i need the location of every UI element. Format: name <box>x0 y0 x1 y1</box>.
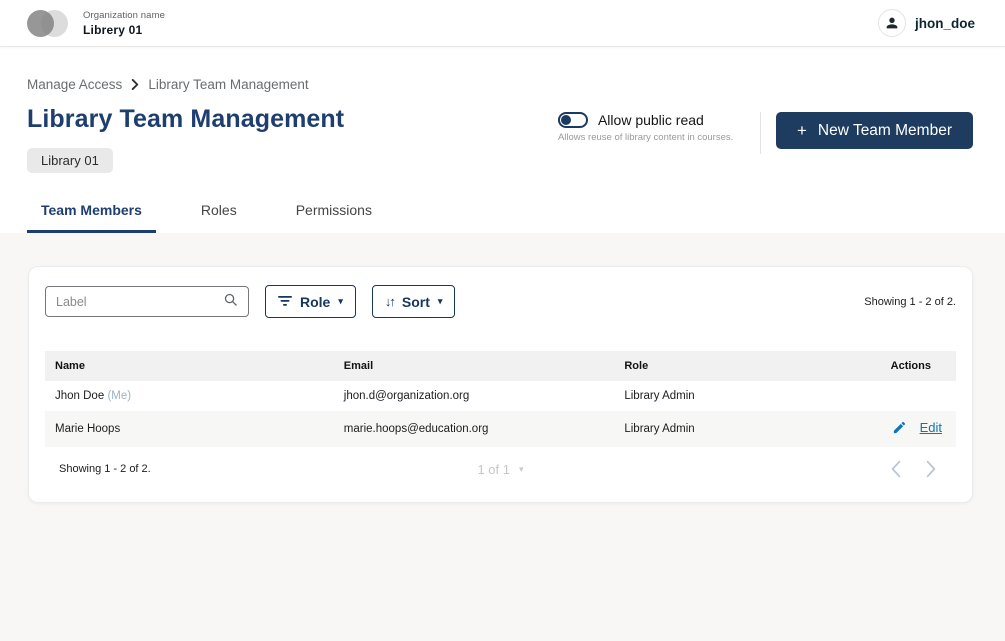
member-name-cell: Marie Hoops <box>45 411 334 447</box>
role-filter-label: Role <box>300 294 330 310</box>
member-name: Jhon Doe <box>55 390 104 402</box>
table-footer: Showing 1 - 2 of 2. 1 of 1 ▾ <box>45 460 956 478</box>
vertical-divider <box>760 112 761 154</box>
plus-icon: + <box>797 122 807 139</box>
column-header-name: Name <box>45 351 334 381</box>
role-filter-button[interactable]: Role ▾ <box>265 285 356 318</box>
head-actions: Allow public read Allows reuse of librar… <box>558 105 973 154</box>
title-block: Library Team Management Library 01 <box>27 105 344 173</box>
table-row: Jhon Doe (Me) jhon.d@organization.org Li… <box>45 381 956 411</box>
chevron-right-icon <box>131 79 139 90</box>
allow-public-read-toggle[interactable]: Allow public read <box>558 112 754 128</box>
title-row: Library Team Management Library 01 Allow… <box>27 105 973 173</box>
org-block: Organization name Librery 01 <box>83 10 165 37</box>
search-icon[interactable] <box>223 292 238 312</box>
filter-icon <box>278 294 292 310</box>
caret-down-icon: ▾ <box>338 297 343 306</box>
breadcrumb-current: Library Team Management <box>148 77 308 92</box>
library-chip: Library 01 <box>27 148 113 173</box>
team-members-table: Name Email Role Actions Jhon Doe (Me) jh… <box>45 351 956 447</box>
edit-pencil-icon[interactable] <box>892 420 907 435</box>
next-page-icon[interactable] <box>924 460 938 478</box>
member-name: Marie Hoops <box>55 423 120 435</box>
tab-bar: Team Members Roles Permissions <box>27 202 973 233</box>
team-members-card: Role ▾ ↓↑ Sort ▾ Showing 1 - 2 of 2. Nam… <box>28 266 973 503</box>
page-head: Manage Access Library Team Management Li… <box>0 77 1005 233</box>
member-email-cell: jhon.d@organization.org <box>334 381 615 411</box>
caret-down-icon: ▾ <box>519 464 524 475</box>
me-tag: (Me) <box>107 390 131 402</box>
search-box[interactable] <box>45 286 249 317</box>
sort-label: Sort <box>402 294 430 310</box>
showing-count-bottom: Showing 1 - 2 of 2. <box>59 463 477 475</box>
member-role-cell: Library Admin <box>614 411 810 447</box>
column-header-role: Role <box>614 351 810 381</box>
controls-row: Role ▾ ↓↑ Sort ▾ Showing 1 - 2 of 2. <box>45 285 956 318</box>
new-team-member-button[interactable]: + New Team Member <box>776 112 973 149</box>
member-role-cell: Library Admin <box>614 381 810 411</box>
sort-arrows-icon: ↓↑ <box>385 294 394 309</box>
tab-permissions[interactable]: Permissions <box>282 202 386 233</box>
toggle-description: Allows reuse of library content in cours… <box>558 132 754 143</box>
toggle-label: Allow public read <box>598 112 704 128</box>
tab-roles[interactable]: Roles <box>187 202 251 233</box>
member-email-cell: marie.hoops@education.org <box>334 411 615 447</box>
member-actions-cell <box>810 381 956 411</box>
tab-team-members[interactable]: Team Members <box>27 202 156 233</box>
search-input[interactable] <box>56 295 223 309</box>
breadcrumb: Manage Access Library Team Management <box>27 77 973 92</box>
user-avatar-icon <box>878 9 906 37</box>
page-select-dropdown[interactable]: 1 of 1 ▾ <box>477 462 523 477</box>
caret-down-icon: ▾ <box>438 297 443 306</box>
org-label: Organization name <box>83 10 165 21</box>
content-section: Role ▾ ↓↑ Sort ▾ Showing 1 - 2 of 2. Nam… <box>0 233 1005 641</box>
member-name-cell: Jhon Doe (Me) <box>45 381 334 411</box>
member-actions-cell: Edit <box>810 411 956 447</box>
sort-button[interactable]: ↓↑ Sort ▾ <box>372 285 456 318</box>
user-menu[interactable]: jhon_doe <box>878 9 975 37</box>
table-header-row: Name Email Role Actions <box>45 351 956 381</box>
page-title: Library Team Management <box>27 105 344 134</box>
pager <box>889 460 942 478</box>
new-team-member-label: New Team Member <box>818 122 952 140</box>
previous-page-icon[interactable] <box>889 460 903 478</box>
column-header-actions: Actions <box>810 351 956 381</box>
public-read-control: Allow public read Allows reuse of librar… <box>558 112 754 143</box>
showing-count-top: Showing 1 - 2 of 2. <box>864 296 956 308</box>
app-header: Organization name Librery 01 jhon_doe <box>0 0 1005 47</box>
table-row: Marie Hoops marie.hoops@education.org Li… <box>45 411 956 447</box>
username: jhon_doe <box>915 16 975 31</box>
page-select-label: 1 of 1 <box>477 462 510 477</box>
toggle-switch-icon[interactable] <box>558 112 588 128</box>
org-name: Librery 01 <box>83 23 165 37</box>
column-header-email: Email <box>334 351 615 381</box>
breadcrumb-manage-access[interactable]: Manage Access <box>27 77 122 92</box>
org-logo-icon <box>27 10 67 37</box>
edit-link[interactable]: Edit <box>920 420 942 435</box>
